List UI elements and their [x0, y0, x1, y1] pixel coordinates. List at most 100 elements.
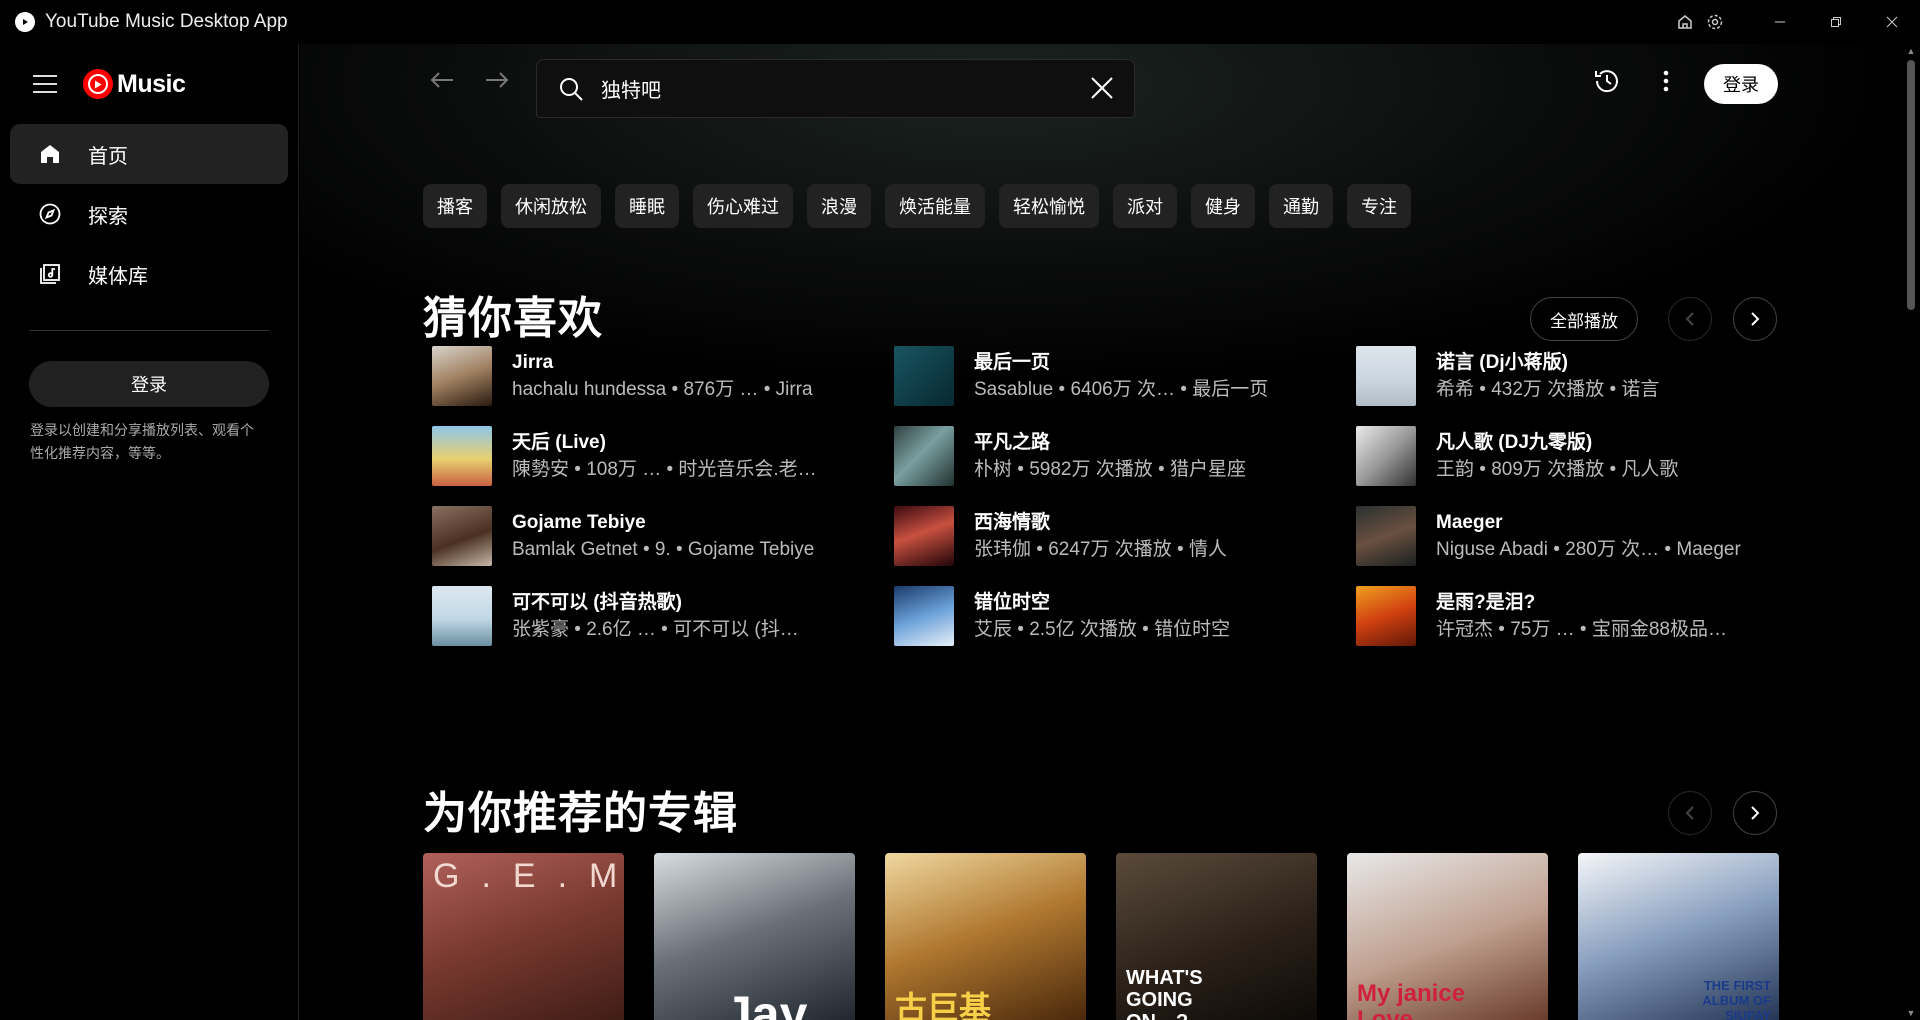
song-title[interactable]: 可不可以 (抖音热歌)	[512, 589, 842, 616]
back-arrow-icon[interactable]	[427, 65, 457, 95]
album-cover-text: My janice Love	[1357, 980, 1466, 1020]
chip[interactable]: 播客	[423, 184, 487, 228]
song-title[interactable]: 错位时空	[974, 589, 1304, 616]
minimize-button[interactable]	[1752, 0, 1808, 44]
album-card[interactable]: My janice Love	[1347, 853, 1548, 1020]
chip[interactable]: 通勤	[1269, 184, 1333, 228]
search-box[interactable]	[536, 59, 1135, 118]
history-icon[interactable]	[1590, 64, 1624, 98]
song-item[interactable]: 错位时空 艾辰 • 2.5亿 次播放 • 错位时空	[894, 576, 1356, 656]
chip[interactable]: 睡眠	[615, 184, 679, 228]
album-card[interactable]: 古巨基	[885, 853, 1086, 1020]
login-note-line: 登录以创建和分享播放列表、观看个	[30, 422, 254, 438]
song-title[interactable]: Maeger	[1436, 509, 1766, 536]
chip[interactable]: 健身	[1191, 184, 1255, 228]
song-item[interactable]: 可不可以 (抖音热歌) 张紫豪 • 2.6亿 … • 可不可以 (抖…	[432, 576, 894, 656]
settings-gear-icon[interactable]	[1700, 0, 1730, 44]
chip[interactable]: 休闲放松	[501, 184, 601, 228]
song-item[interactable]: 天后 (Live) 陳勢安 • 108万 … • 时光音乐会.老…	[432, 416, 894, 496]
albums-prev-button[interactable]	[1668, 791, 1712, 835]
carousel-prev-button[interactable]	[1668, 297, 1712, 341]
song-item[interactable]: 西海情歌张玮伽 • 6247万 次播放 • 情人	[894, 496, 1356, 576]
song-title[interactable]: Gojame Tebiye	[512, 509, 842, 536]
menu-icon[interactable]	[33, 75, 57, 93]
song-thumbnail[interactable]	[894, 506, 954, 566]
song-item[interactable]: 是雨?是泪? 许冠杰 • 75万 … • 宝丽金88极品…	[1356, 576, 1782, 656]
song-thumbnail[interactable]	[432, 506, 492, 566]
home-icon	[37, 141, 63, 167]
clear-search-icon[interactable]	[1088, 74, 1116, 102]
song-thumbnail[interactable]	[1356, 586, 1416, 646]
sidebar-divider	[29, 330, 269, 331]
restore-button[interactable]	[1808, 0, 1864, 44]
more-options-icon[interactable]	[1649, 64, 1683, 98]
song-thumbnail[interactable]	[1356, 346, 1416, 406]
play-all-button[interactable]: 全部播放	[1530, 297, 1638, 341]
song-grid: Jirra hachalu hundessa • 876万 … • Jirra 最…	[432, 336, 1782, 656]
chevron-right-icon	[1751, 312, 1760, 326]
song-item[interactable]: 凡人歌 (DJ九零版) 王韵 • 809万 次播放 • 凡人歌	[1356, 416, 1782, 496]
album-cover-text: WHAT'S GOING ON…?	[1126, 967, 1203, 1020]
song-title[interactable]: 天后 (Live)	[512, 429, 842, 456]
search-input[interactable]	[601, 77, 1061, 100]
song-thumbnail[interactable]	[432, 586, 492, 646]
carousel-next-button[interactable]	[1733, 297, 1777, 341]
song-subtitle: 张玮伽 • 6247万 次播放 • 情人	[974, 539, 1227, 560]
logo-text: Music	[117, 69, 186, 98]
song-subtitle: 许冠杰 • 75万 … • 宝丽金88极品…	[1436, 619, 1727, 640]
home-icon[interactable]	[1670, 0, 1700, 44]
mood-chips: 播客 休闲放松 睡眠 伤心难过 浪漫 焕活能量 轻松愉悦 派对 健身 通勤 专注	[423, 184, 1411, 228]
song-subtitle: 王韵 • 809万 次播放 • 凡人歌	[1436, 459, 1679, 480]
song-item[interactable]: 诺言 (Dj小蒋版) 希希 • 432万 次播放 • 诺言	[1356, 336, 1782, 416]
album-card[interactable]: THE FIRST ALBUM OF SIUFAY	[1578, 853, 1779, 1020]
song-subtitle: 张紫豪 • 2.6亿 … • 可不可以 (抖…	[512, 619, 799, 640]
song-title[interactable]: Jirra	[512, 349, 842, 376]
scroll-down-icon[interactable]: ▼	[1906, 1008, 1916, 1018]
chip[interactable]: 焕活能量	[885, 184, 985, 228]
compass-icon	[37, 201, 63, 227]
album-card[interactable]: WHAT'S GOING ON…?	[1116, 853, 1317, 1020]
sidebar-item-explore[interactable]: 探索	[10, 184, 288, 244]
albums-next-button[interactable]	[1733, 791, 1777, 835]
song-title[interactable]: 西海情歌	[974, 509, 1304, 536]
song-title[interactable]: 诺言 (Dj小蒋版)	[1436, 349, 1766, 376]
song-item[interactable]: Gojame Tebiye Bamlak Getnet • 9. • Gojame…	[432, 496, 894, 576]
header-login-button[interactable]: 登录	[1704, 64, 1778, 104]
youtube-music-logo[interactable]: Music	[83, 69, 186, 99]
close-window-button[interactable]	[1864, 0, 1920, 44]
song-item[interactable]: 平凡之路 朴树 • 5982万 次播放 • 猎户星座	[894, 416, 1356, 496]
sidebar-login-button[interactable]: 登录	[29, 361, 269, 407]
chip[interactable]: 轻松愉悦	[999, 184, 1099, 228]
scrollbar[interactable]: ▲ ▼	[1902, 44, 1920, 1020]
album-card[interactable]: Jay	[654, 853, 855, 1020]
music-logo-icon	[83, 69, 113, 99]
song-thumbnail[interactable]	[432, 426, 492, 486]
song-item[interactable]: Maeger Niguse Abadi • 280万 次… • Maeger	[1356, 496, 1782, 576]
chevron-left-icon	[1685, 312, 1694, 326]
chip[interactable]: 派对	[1113, 184, 1177, 228]
main-content: 登录 播客 休闲放松 睡眠 伤心难过 浪漫 焕活能量 轻松愉悦 派对 健身 通勤…	[300, 44, 1902, 1020]
song-item[interactable]: 最后一页 Sasablue • 6406万 次… • 最后一页	[894, 336, 1356, 416]
sidebar-item-library[interactable]: 媒体库	[10, 244, 288, 304]
chip[interactable]: 伤心难过	[693, 184, 793, 228]
song-item[interactable]: Jirra hachalu hundessa • 876万 … • Jirra	[432, 336, 894, 416]
song-title[interactable]: 平凡之路	[974, 429, 1304, 456]
song-thumbnail[interactable]	[894, 426, 954, 486]
sidebar-item-label: 探索	[88, 205, 128, 228]
forward-arrow-icon[interactable]	[482, 65, 512, 95]
song-thumbnail[interactable]	[1356, 426, 1416, 486]
song-thumbnail[interactable]	[894, 346, 954, 406]
scroll-thumb[interactable]	[1907, 60, 1915, 310]
song-title[interactable]: 最后一页	[974, 349, 1304, 376]
song-title[interactable]: 凡人歌 (DJ九零版)	[1436, 429, 1766, 456]
album-cover-text: G.E.M.	[433, 857, 624, 895]
chip[interactable]: 专注	[1347, 184, 1411, 228]
chip[interactable]: 浪漫	[807, 184, 871, 228]
song-thumbnail[interactable]	[1356, 506, 1416, 566]
song-thumbnail[interactable]	[894, 586, 954, 646]
song-thumbnail[interactable]	[432, 346, 492, 406]
scroll-up-icon[interactable]: ▲	[1906, 46, 1916, 56]
song-title[interactable]: 是雨?是泪?	[1436, 589, 1766, 616]
sidebar-item-home[interactable]: 首页	[10, 124, 288, 184]
album-card[interactable]: G.E.M.	[423, 853, 624, 1020]
